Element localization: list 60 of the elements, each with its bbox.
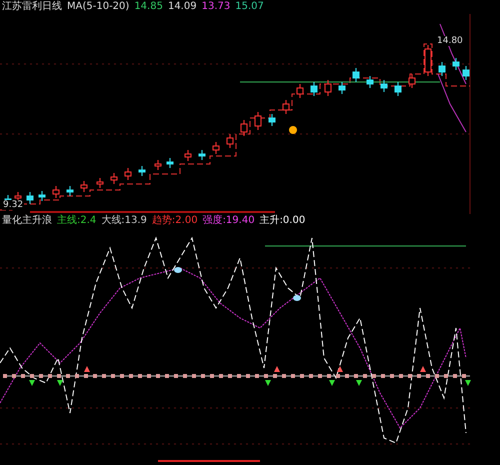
candlestick: [38, 190, 46, 202]
candlestick: [26, 192, 34, 204]
candlestick: [124, 168, 132, 180]
candlestick: [184, 150, 192, 162]
ma-reading: 15.07: [235, 1, 264, 13]
candlestick: [310, 82, 318, 96]
candlestick: [324, 80, 332, 96]
candlestick: [438, 62, 446, 76]
candlestick: [338, 82, 346, 94]
indicator-reading: 强度:19.40: [202, 215, 255, 227]
sell-arrow-icon: [265, 380, 271, 386]
ma-reading: 14.85: [134, 1, 163, 13]
high-price-label: 14.80: [436, 36, 464, 46]
candlestick: [380, 80, 388, 92]
candlestick: [66, 186, 74, 196]
candlestick: [462, 66, 470, 80]
candlestick: [268, 114, 276, 126]
candlestick: [198, 150, 206, 160]
chart-title: 江苏雷利日线: [2, 1, 62, 13]
candlestick: [408, 74, 416, 88]
indicator-reading: 主升:0.00: [260, 215, 306, 227]
indicator-title: 量化主升浪: [2, 215, 52, 227]
candlestick: [254, 112, 262, 130]
candlestick: [282, 100, 290, 114]
signal-dot: [174, 267, 182, 273]
candlestick: [394, 82, 402, 96]
sell-arrow-icon: [29, 380, 35, 386]
indicator-reading: 大线:13.9: [101, 215, 147, 227]
candlestick: [366, 76, 374, 88]
candlestick: [138, 166, 146, 176]
candlestick: [212, 142, 220, 154]
signal-dot: [293, 295, 301, 301]
buy-arrow-icon: [337, 366, 343, 372]
candlestick: [226, 134, 234, 148]
candlestick: [80, 180, 88, 192]
candlestick: [154, 160, 162, 170]
buy-arrow-icon: [420, 366, 426, 372]
sell-arrow-icon: [57, 380, 63, 386]
candlestick: [96, 178, 104, 188]
candlestick: [52, 186, 60, 198]
sell-arrow-icon: [329, 380, 335, 386]
candlestick: [452, 58, 460, 70]
buy-arrow-icon: [274, 366, 280, 372]
candlestick: [424, 44, 432, 76]
indicator-reading: 趋势:2.00: [152, 215, 198, 227]
candlestick: [352, 68, 360, 82]
buy-arrow-icon: [84, 366, 90, 372]
candlestick: [296, 84, 304, 98]
lower-band-line: [438, 74, 466, 132]
sell-arrow-icon: [465, 380, 471, 386]
ma-reading: 13.73: [202, 1, 230, 13]
candlestick: [240, 120, 248, 136]
indicator-reading: 主线:2.4: [57, 215, 96, 227]
candlestick: [110, 172, 118, 184]
low-price-label: 9.32: [2, 200, 24, 210]
candlestick: [166, 158, 174, 168]
sell-arrow-icon: [356, 380, 362, 386]
indicator-name: MA(5-10-20): [67, 1, 130, 13]
ma-reading: 14.09: [168, 1, 197, 13]
signal-dot: [289, 126, 297, 134]
